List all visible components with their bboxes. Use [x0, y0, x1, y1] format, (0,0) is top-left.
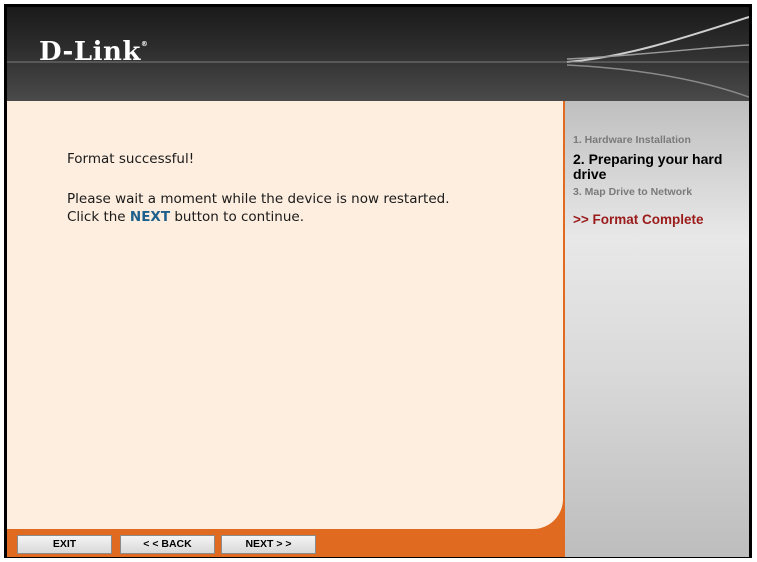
next-button[interactable]: NEXT > >: [221, 535, 316, 554]
back-button[interactable]: < < BACK: [120, 535, 215, 554]
continue-prefix: Click the: [67, 209, 130, 225]
dlink-logo: D-Link®: [39, 37, 148, 67]
continue-suffix: button to continue.: [170, 209, 304, 225]
current-substep: >> Format Complete: [573, 212, 704, 227]
steps-list: 1. Hardware Installation 2. Preparing yo…: [573, 134, 745, 227]
footer-button-bar: EXIT < < BACK NEXT > >: [7, 529, 563, 557]
message-area: Format successful! Please wait a moment …: [67, 150, 547, 226]
step-preparing-hard-drive: 2. Preparing your hard drive: [573, 151, 723, 182]
step-map-drive: 3. Map Drive to Network: [573, 186, 693, 198]
logo-registered-mark: ®: [140, 40, 149, 48]
wizard-steps-sidebar: 1. Hardware Installation 2. Preparing yo…: [563, 101, 749, 557]
logo-text: D-Link: [39, 37, 141, 67]
exit-button[interactable]: EXIT: [17, 535, 112, 554]
continue-instruction: Click the NEXT button to continue.: [67, 208, 547, 226]
restart-message: Please wait a moment while the device is…: [67, 191, 450, 207]
panel-corner-curve: [523, 489, 563, 529]
next-emphasis: NEXT: [129, 209, 171, 225]
step-hardware-installation: 1. Hardware Installation: [573, 134, 691, 146]
header-banner: D-Link®: [7, 7, 749, 101]
format-success-message: Format successful!: [67, 151, 195, 167]
